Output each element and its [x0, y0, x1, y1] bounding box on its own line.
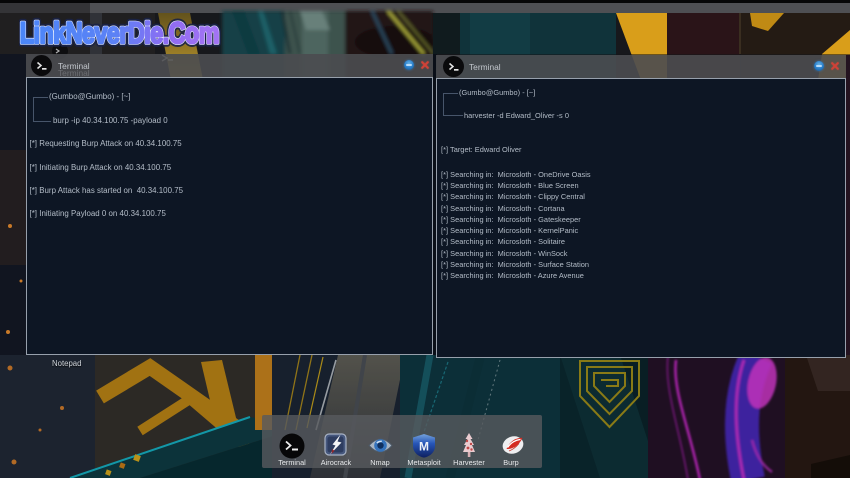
svg-text:LinkNeverDie.Com: LinkNeverDie.Com — [20, 16, 219, 50]
svg-text:M: M — [419, 440, 429, 454]
